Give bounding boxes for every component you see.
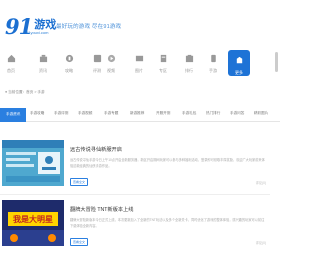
main-nav: 首页 资讯 攻略 评测 视频 图片 专区 排行 手游 更多 <box>0 48 280 82</box>
news-icon <box>38 53 48 63</box>
more-icon <box>234 55 244 65</box>
article-thumbnail[interactable]: 我是大明星 <box>2 200 64 246</box>
article-title[interactable]: 远古传说寻仙新服开启 <box>70 146 122 153</box>
category-tabs: 手游资讯 手游攻略 手游评测 手游视频 手游专题 新游推荐 开服开测 手游礼包 … <box>0 108 280 122</box>
nav-item-video[interactable]: 视频 <box>100 48 122 78</box>
list-item: 远古传说寻仙新服开启 远古传说寻仙手游今日上午10点开启全新服务器，新区开启期间… <box>0 140 280 190</box>
scrollbar-thumb[interactable] <box>275 52 278 72</box>
article-description: 翻牌大冒险新版本今日正式上线，本次更新加入了全新的TNT玩法以及多个全新关卡，同… <box>70 218 265 228</box>
video-icon <box>106 53 116 63</box>
site-slogan: 最好玩的游戏 尽在91游戏 <box>56 24 122 30</box>
article-title[interactable]: 翻牌大冒险 TNT新版本上线 <box>70 206 133 213</box>
tab-mobile-special[interactable]: 手游专题 <box>104 111 118 116</box>
image-icon <box>134 53 144 63</box>
tab-mobile-news[interactable]: 手游资讯 <box>0 108 27 122</box>
thumb-game-title: 我是大明星 <box>13 214 53 224</box>
nav-label: 排行 <box>185 68 193 73</box>
nav-item-image[interactable]: 图片 <box>128 48 150 78</box>
read-more-button[interactable]: 查看全文 <box>70 238 88 246</box>
tab-mobile-video[interactable]: 手游视频 <box>78 111 92 116</box>
breadcrumb: ● 当前位置：首页 > 手游 <box>5 90 45 94</box>
comment-count[interactable]: 评论(0) <box>256 240 266 245</box>
divider <box>0 194 270 195</box>
nav-label: 资讯 <box>39 68 47 73</box>
nav-item-more[interactable]: 更多 <box>228 50 250 76</box>
logo-subtext: 91youxi.com <box>26 30 49 35</box>
nav-item-home[interactable]: 首页 <box>0 48 22 78</box>
rank-icon <box>184 53 194 63</box>
nav-label: 攻略 <box>65 68 73 73</box>
nav-label: 更多 <box>235 70 243 75</box>
tab-qa[interactable]: 手游问答 <box>230 111 244 116</box>
nav-item-guide[interactable]: 攻略 <box>58 48 80 78</box>
comment-count[interactable]: 评论(0) <box>256 180 266 185</box>
nav-label: 手游 <box>209 68 217 73</box>
home-icon <box>6 53 16 63</box>
tab-hot-ranking[interactable]: 热门排行 <box>206 111 220 116</box>
zone-icon <box>158 53 168 63</box>
nav-label: 视频 <box>107 68 115 73</box>
tab-pictures[interactable]: 精彩图片 <box>254 111 268 116</box>
guide-icon <box>64 53 74 63</box>
nav-item-mobile[interactable]: 手游 <box>202 48 224 78</box>
tab-mobile-review[interactable]: 手游评测 <box>54 111 68 116</box>
article-description: 远古传说寻仙手游今日上午10点开启全新服务器，新区开启期间玩家可以参与多种福利活… <box>70 158 265 168</box>
nav-item-news[interactable]: 资讯 <box>32 48 54 78</box>
tab-gift-packs[interactable]: 手游礼包 <box>182 111 196 116</box>
tab-server-open[interactable]: 开服开测 <box>156 111 170 116</box>
list-item: 我是大明星 翻牌大冒险 TNT新版本上线 翻牌大冒险新版本今日正式上线，本次更新… <box>0 200 280 250</box>
article-thumbnail[interactable] <box>2 140 64 186</box>
nav-label: 图片 <box>135 68 143 73</box>
mobile-icon <box>208 53 218 63</box>
nav-item-zone[interactable]: 专区 <box>152 48 174 78</box>
tab-new-games[interactable]: 新游推荐 <box>130 111 144 116</box>
nav-item-rank[interactable]: 排行 <box>178 48 200 78</box>
read-more-button[interactable]: 查看全文 <box>70 178 88 186</box>
nav-label: 首页 <box>7 68 15 73</box>
tab-mobile-guide[interactable]: 手游攻略 <box>30 111 44 116</box>
nav-label: 专区 <box>159 68 167 73</box>
header: 91 游戏 91youxi.com 最好玩的游戏 尽在91游戏 <box>0 0 280 44</box>
